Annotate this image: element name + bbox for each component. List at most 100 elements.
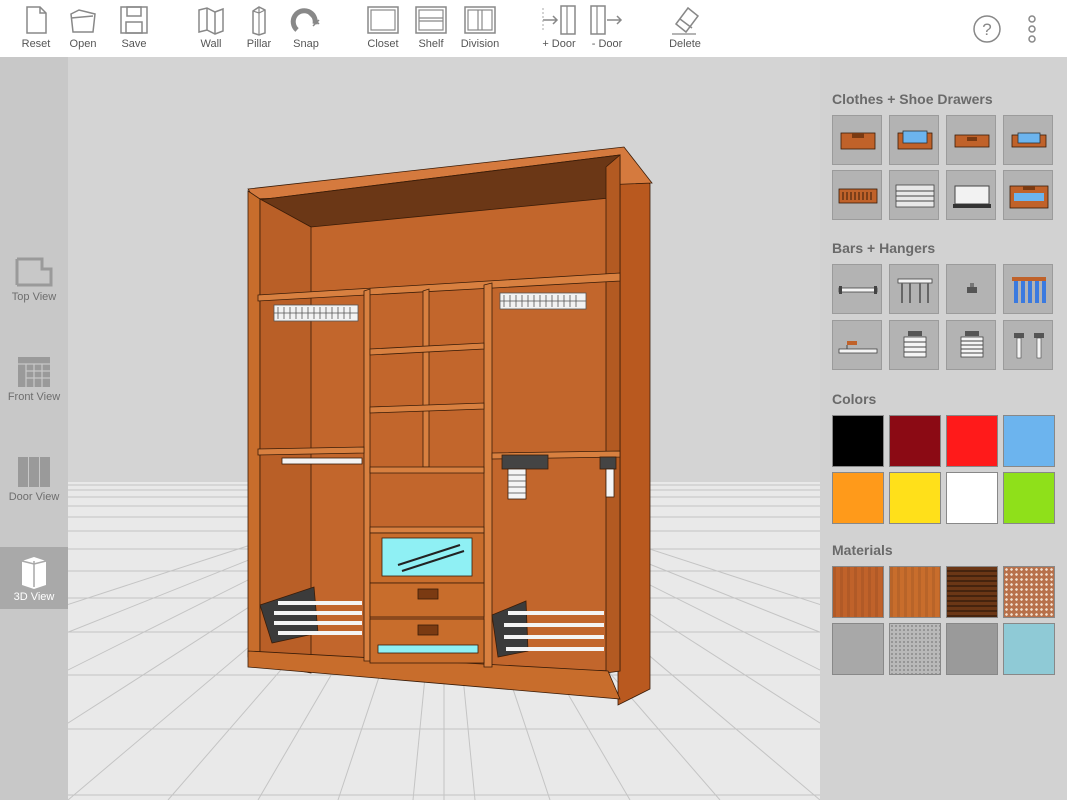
- material-swatch-4[interactable]: [1003, 566, 1055, 618]
- left-hanging-bar: [281, 457, 363, 465]
- add-door-icon: [542, 5, 576, 35]
- center-divider-mid: [422, 288, 430, 468]
- bar-tile-3[interactable]: [946, 264, 996, 314]
- save-button[interactable]: Save: [109, 4, 159, 56]
- division-icon: [464, 6, 496, 34]
- material-swatch-8[interactable]: [1003, 623, 1055, 675]
- upper-left-basket: [273, 304, 359, 322]
- upper-right-basket: [499, 292, 587, 310]
- delete-label: Delete: [669, 38, 701, 50]
- drawer-tile-8[interactable]: [1003, 170, 1053, 220]
- drawer-middle[interactable]: [369, 582, 485, 618]
- center-shelf-4: [369, 526, 485, 534]
- save-disk-icon: [120, 6, 148, 34]
- wall-label: Wall: [200, 38, 222, 50]
- closet-label: Closet: [367, 38, 399, 50]
- toolbar: Reset Open Save Wall Pillar Snap Closet …: [0, 0, 1067, 58]
- reset-label: Reset: [21, 38, 51, 50]
- 3d-view-button[interactable]: 3D View: [0, 547, 68, 609]
- drawer-middle-handle: [417, 588, 439, 600]
- front-view-icon: [18, 357, 50, 387]
- view-switcher: Top View Front View Door View 3D View: [0, 57, 68, 800]
- material-swatch-7[interactable]: [946, 623, 998, 675]
- material-swatch-5[interactable]: [832, 623, 884, 675]
- bar-tile-7[interactable]: [946, 320, 996, 370]
- color-swatch-8[interactable]: [1003, 472, 1055, 524]
- drawer-tile-4[interactable]: [1003, 115, 1053, 165]
- help-icon: ?: [973, 15, 1001, 43]
- wardrobe-right-inner: [605, 154, 621, 674]
- 3d-viewport[interactable]: [68, 57, 820, 800]
- color-swatch-1[interactable]: [832, 415, 884, 467]
- drawer-tile-2[interactable]: [889, 115, 939, 165]
- cube-3d-icon: [21, 557, 47, 589]
- bar-tile-2[interactable]: [889, 264, 939, 314]
- wall-button[interactable]: Wall: [186, 4, 236, 56]
- bar-tile-4[interactable]: [1003, 264, 1053, 314]
- front-view-label: Front View: [7, 391, 61, 403]
- door-view-button[interactable]: Door View: [0, 447, 68, 509]
- help-button[interactable]: ?: [972, 14, 1002, 44]
- drawer-tile-1[interactable]: [832, 115, 882, 165]
- shelf-button[interactable]: Shelf: [406, 4, 456, 56]
- help-glyph: ?: [982, 20, 991, 39]
- more-vertical-icon: [1028, 15, 1036, 43]
- closet-button[interactable]: Closet: [358, 4, 408, 56]
- center-shelf-3: [369, 466, 485, 474]
- wardrobe-right-side: [617, 148, 651, 706]
- folder-icon: [70, 9, 96, 33]
- material-swatch-3[interactable]: [946, 566, 998, 618]
- front-view-button[interactable]: Front View: [0, 347, 68, 409]
- drawer-tile-5[interactable]: [832, 170, 882, 220]
- material-swatch-6[interactable]: [889, 623, 941, 675]
- drawer-tile-6[interactable]: [889, 170, 939, 220]
- scene: [68, 57, 820, 800]
- bar-tile-5[interactable]: [832, 320, 882, 370]
- division-label: Division: [460, 38, 500, 50]
- add-door-label: + Door: [542, 38, 576, 50]
- remove-door-label: - Door: [591, 38, 623, 50]
- remove-door-icon: [590, 5, 623, 35]
- color-swatch-2[interactable]: [889, 415, 941, 467]
- more-menu-button[interactable]: [1017, 14, 1047, 44]
- bar-tile-8[interactable]: [1003, 320, 1053, 370]
- add-door-button[interactable]: + Door: [534, 4, 584, 56]
- magnet-icon: [290, 8, 320, 32]
- remove-door-button[interactable]: - Door: [582, 4, 632, 56]
- catalog-panel: Clothes + Shoe Drawers Bars + Hangers Co…: [820, 57, 1067, 800]
- snap-button[interactable]: Snap: [281, 4, 331, 56]
- color-swatch-4[interactable]: [1003, 415, 1055, 467]
- color-swatch-7[interactable]: [946, 472, 998, 524]
- shelf-icon: [415, 6, 447, 34]
- 3d-view-label: 3D View: [13, 591, 55, 603]
- drawer-bottom-glass: [377, 644, 479, 654]
- wardrobe-left-side: [247, 190, 261, 664]
- wardrobe-model[interactable]: [247, 146, 653, 706]
- shelf-label: Shelf: [418, 38, 444, 50]
- closet-icon: [367, 6, 399, 34]
- bar-tile-6[interactable]: [889, 320, 939, 370]
- new-file-icon: [26, 6, 47, 34]
- open-button[interactable]: Open: [58, 4, 108, 56]
- color-swatch-3[interactable]: [946, 415, 998, 467]
- top-view-icon: [15, 257, 53, 287]
- drawer-glass-panel: [381, 537, 473, 577]
- door-view-icon: [18, 457, 50, 487]
- delete-button[interactable]: Delete: [660, 4, 710, 56]
- materials-section-title: Materials: [832, 542, 893, 558]
- pillar-button[interactable]: Pillar: [234, 4, 284, 56]
- top-view-button[interactable]: Top View: [0, 247, 68, 309]
- drawer-tile-7[interactable]: [946, 170, 996, 220]
- wall-icon: [198, 7, 224, 35]
- colors-section-title: Colors: [832, 391, 877, 407]
- bar-tile-1[interactable]: [832, 264, 882, 314]
- material-swatch-1[interactable]: [832, 566, 884, 618]
- reset-button[interactable]: Reset: [11, 4, 61, 56]
- drawer-tile-3[interactable]: [946, 115, 996, 165]
- division-button[interactable]: Division: [455, 4, 505, 56]
- material-swatch-2[interactable]: [889, 566, 941, 618]
- color-swatch-6[interactable]: [889, 472, 941, 524]
- color-swatch-5[interactable]: [832, 472, 884, 524]
- center-divider-right: [483, 282, 493, 668]
- eraser-icon: [672, 6, 700, 35]
